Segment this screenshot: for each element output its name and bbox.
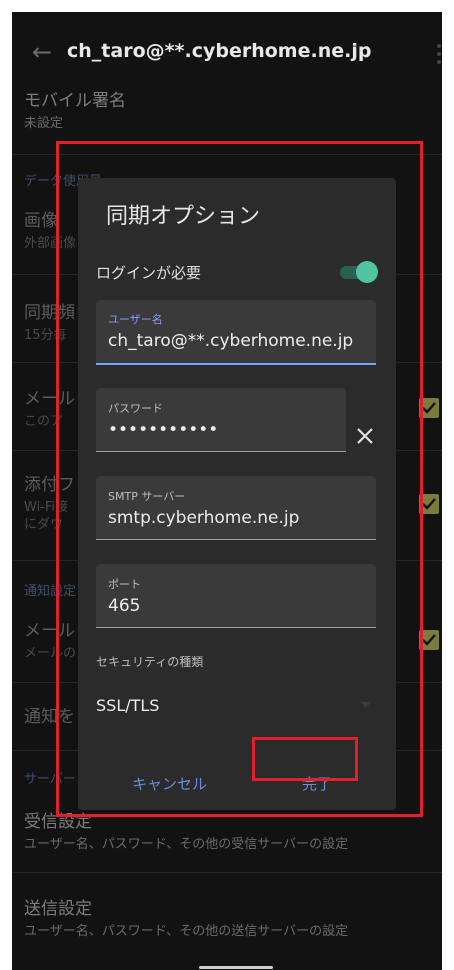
highlight-dialog (56, 141, 423, 817)
setting-outgoing[interactable]: 送信設定 ユーザー名、パスワード、その他の送信サーバーの設定 (24, 894, 348, 940)
setting-mobile-signature[interactable]: モバイル署名 未設定 (24, 86, 126, 132)
setting-title: 送信設定 (24, 899, 92, 919)
more-vert-icon[interactable] (437, 44, 441, 68)
setting-summary: 未設定 (24, 116, 64, 131)
divider (12, 872, 442, 873)
page-title: ch_taro@**.cyberhome.ne.jp (67, 40, 372, 62)
highlight-done-button (252, 737, 358, 781)
back-arrow-icon[interactable]: ← (32, 38, 52, 66)
setting-title: モバイル署名 (24, 91, 126, 111)
app-bar: ← ch_taro@**.cyberhome.ne.jp (12, 12, 442, 92)
gesture-nav-bar[interactable] (199, 966, 273, 969)
setting-summary: ユーザー名、パスワード、その他の受信サーバーの設定 (24, 837, 349, 852)
setting-summary: ユーザー名、パスワード、その他の送信サーバーの設定 (24, 924, 349, 939)
